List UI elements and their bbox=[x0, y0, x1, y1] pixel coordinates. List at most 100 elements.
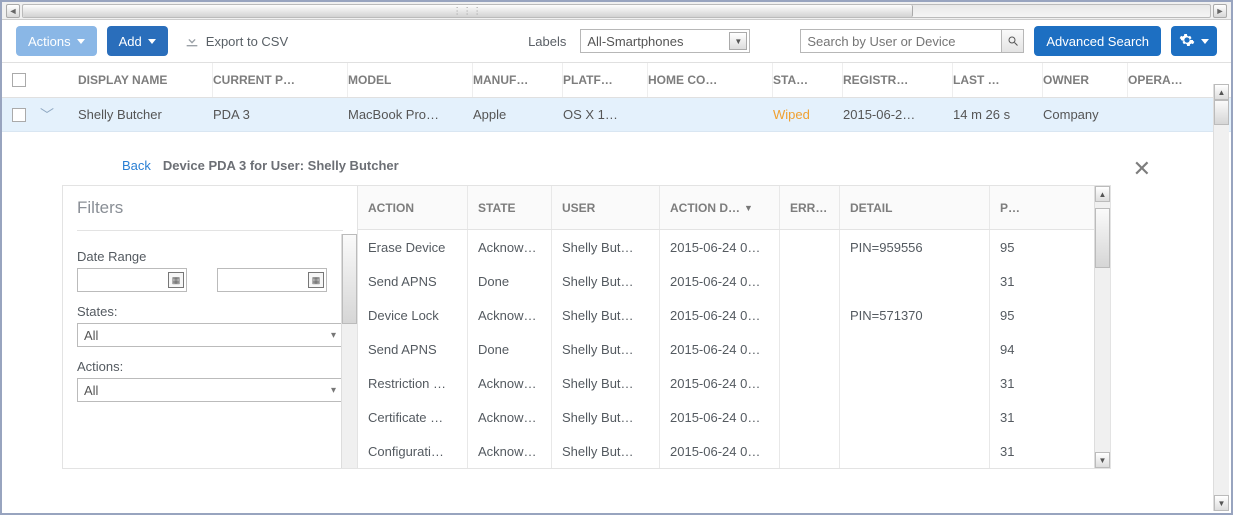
cell-p: 31 bbox=[990, 366, 1038, 400]
cell-user: Shelly But… bbox=[552, 400, 660, 434]
col-owner[interactable]: OWNER bbox=[1043, 63, 1128, 97]
page-vscroll[interactable]: ▲ ▼ bbox=[1213, 84, 1229, 511]
col-opera[interactable]: OPERA… bbox=[1128, 63, 1206, 97]
col-action[interactable]: ACTION bbox=[358, 186, 468, 229]
table-row[interactable]: ﹀ Shelly Butcher PDA 3 MacBook Pro… Appl… bbox=[2, 98, 1231, 132]
chevron-down-icon: ▼ bbox=[729, 32, 747, 50]
back-link[interactable]: Back bbox=[122, 158, 151, 173]
cell-p: 31 bbox=[990, 400, 1038, 434]
cell-action: Send APNS bbox=[358, 264, 468, 298]
hscroll-thumb[interactable]: ⋮⋮⋮ bbox=[23, 5, 913, 17]
col-last[interactable]: LAST … bbox=[953, 63, 1043, 97]
export-label: Export to CSV bbox=[206, 34, 288, 49]
scroll-up-arrow[interactable]: ▲ bbox=[1095, 186, 1110, 202]
labels-label: Labels bbox=[528, 34, 566, 49]
action-scroll-thumb[interactable] bbox=[1095, 208, 1110, 268]
cell-detail: PIN=571370 bbox=[840, 298, 990, 332]
caret-down-icon bbox=[148, 39, 156, 44]
top-hscroll[interactable]: ◄ ⋮⋮⋮ ► bbox=[2, 2, 1231, 20]
cell-action: Configurati… bbox=[358, 434, 468, 468]
states-value: All bbox=[84, 328, 98, 343]
advanced-search-button[interactable]: Advanced Search bbox=[1034, 26, 1161, 56]
cell-date: 2015-06-24 0… bbox=[660, 332, 780, 366]
date-from-input[interactable]: ▦ bbox=[77, 268, 187, 292]
col-model[interactable]: MODEL bbox=[348, 63, 473, 97]
cell-date: 2015-06-24 0… bbox=[660, 230, 780, 264]
cell-p: 94 bbox=[990, 332, 1038, 366]
col-user[interactable]: USER bbox=[552, 186, 660, 229]
action-row[interactable]: Erase DeviceAcknow…Shelly But…2015-06-24… bbox=[358, 230, 1094, 264]
calendar-icon: ▦ bbox=[308, 272, 324, 288]
actions-value: All bbox=[84, 383, 98, 398]
action-row[interactable]: Device LockAcknow…Shelly But…2015-06-24 … bbox=[358, 298, 1094, 332]
cell-display-name: Shelly Butcher bbox=[78, 98, 213, 131]
action-row[interactable]: Certificate …Acknow…Shelly But…2015-06-2… bbox=[358, 400, 1094, 434]
col-platf[interactable]: PLATF… bbox=[563, 63, 648, 97]
cell-user: Shelly But… bbox=[552, 332, 660, 366]
col-manuf[interactable]: MANUF… bbox=[473, 63, 563, 97]
cell-err bbox=[780, 332, 840, 366]
page-vscroll-thumb[interactable] bbox=[1214, 100, 1229, 125]
col-current-p[interactable]: CURRENT P… bbox=[213, 63, 348, 97]
chevron-down-icon: ▾ bbox=[331, 330, 336, 341]
filters-sidebar: Filters Date Range ▦ ▦ States: All ▾ Act… bbox=[63, 186, 358, 468]
action-row[interactable]: Restriction …Acknow…Shelly But…2015-06-2… bbox=[358, 366, 1094, 400]
col-err[interactable]: ERR… bbox=[780, 186, 840, 229]
export-csv-link[interactable]: Export to CSV bbox=[184, 33, 288, 49]
cell-user: Shelly But… bbox=[552, 264, 660, 298]
settings-button[interactable] bbox=[1171, 26, 1217, 56]
toolbar: Actions Add Export to CSV Labels All-Sma… bbox=[2, 20, 1231, 62]
cell-date: 2015-06-24 0… bbox=[660, 366, 780, 400]
cell-date: 2015-06-24 0… bbox=[660, 434, 780, 468]
cell-date: 2015-06-24 0… bbox=[660, 400, 780, 434]
col-p[interactable]: P… bbox=[990, 186, 1038, 229]
cell-state: Acknow… bbox=[468, 434, 552, 468]
hscroll-track[interactable]: ⋮⋮⋮ bbox=[22, 4, 1211, 18]
cell-err bbox=[780, 434, 840, 468]
action-row[interactable]: Send APNSDoneShelly But…2015-06-24 0…31 bbox=[358, 264, 1094, 298]
action-row[interactable]: Send APNSDoneShelly But…2015-06-24 0…94 bbox=[358, 332, 1094, 366]
search-icon bbox=[1007, 35, 1019, 47]
hscroll-left-arrow[interactable]: ◄ bbox=[6, 4, 20, 18]
add-button[interactable]: Add bbox=[107, 26, 168, 56]
cell-err bbox=[780, 400, 840, 434]
row-checkbox[interactable] bbox=[12, 108, 26, 122]
action-row[interactable]: Configurati…Acknow…Shelly But…2015-06-24… bbox=[358, 434, 1094, 468]
col-sta[interactable]: STA… bbox=[773, 63, 843, 97]
filters-scrollbar[interactable] bbox=[341, 234, 357, 468]
date-range-label: Date Range bbox=[77, 249, 343, 264]
scroll-down-arrow[interactable]: ▼ bbox=[1214, 495, 1229, 511]
select-all-checkbox[interactable] bbox=[12, 73, 26, 87]
action-grid-body: Erase DeviceAcknow…Shelly But…2015-06-24… bbox=[358, 230, 1094, 468]
filters-scroll-thumb[interactable] bbox=[342, 234, 357, 324]
calendar-icon: ▦ bbox=[168, 272, 184, 288]
col-display-name[interactable]: DISPLAY NAME bbox=[78, 63, 213, 97]
labels-select[interactable]: All-Smartphones ▼ bbox=[580, 29, 750, 53]
hscroll-right-arrow[interactable]: ► bbox=[1213, 4, 1227, 18]
scroll-up-arrow[interactable]: ▲ bbox=[1214, 84, 1229, 100]
col-state[interactable]: STATE bbox=[468, 186, 552, 229]
cell-user: Shelly But… bbox=[552, 434, 660, 468]
cell-err bbox=[780, 298, 840, 332]
cell-state: Acknow… bbox=[468, 230, 552, 264]
actions-button[interactable]: Actions bbox=[16, 26, 97, 56]
states-select[interactable]: All ▾ bbox=[77, 323, 343, 347]
cell-state: Done bbox=[468, 264, 552, 298]
date-to-input[interactable]: ▦ bbox=[217, 268, 327, 292]
actions-select[interactable]: All ▾ bbox=[77, 378, 343, 402]
scroll-down-arrow[interactable]: ▼ bbox=[1095, 452, 1110, 468]
col-detail[interactable]: DETAIL bbox=[840, 186, 990, 229]
close-icon[interactable]: ✕ bbox=[1133, 156, 1151, 182]
col-registr[interactable]: REGISTR… bbox=[843, 63, 953, 97]
action-grid-scrollbar[interactable]: ▲ ▼ bbox=[1094, 186, 1110, 468]
cell-err bbox=[780, 230, 840, 264]
col-home[interactable]: HOME CO… bbox=[648, 63, 773, 97]
row-expand-cell[interactable]: ﹀ bbox=[40, 98, 78, 131]
page-vscroll-track[interactable] bbox=[1214, 100, 1229, 495]
detail-panel: Back Device PDA 3 for User: Shelly Butch… bbox=[62, 152, 1111, 492]
search-input[interactable] bbox=[801, 34, 1001, 49]
detail-body: Filters Date Range ▦ ▦ States: All ▾ Act… bbox=[62, 185, 1111, 469]
col-action-date[interactable]: ACTION D… ▼ bbox=[660, 186, 780, 229]
search-button[interactable] bbox=[1001, 30, 1023, 52]
caret-down-icon bbox=[77, 39, 85, 44]
